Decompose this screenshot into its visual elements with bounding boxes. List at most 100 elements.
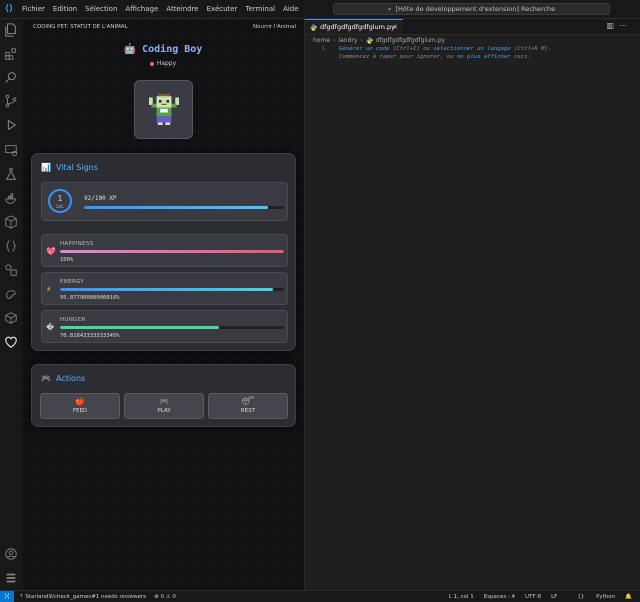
heart-outline-icon[interactable] [4,335,18,349]
chevron-right-icon: › [333,37,336,44]
account-icon[interactable] [4,547,18,561]
status-right: L 1, col 1 Espaces : 4 UTF-8 LF {} Pytho… [439,591,632,602]
pet-mood: Happy [22,60,304,67]
ai-hint-line-1: Générer un code (Ctrl+I) ou sélectionner… [339,46,551,52]
panel-header: CODING PET: STATUT DE L'ANIMAL Nourrir l… [22,19,304,35]
shapes-icon[interactable] [4,263,18,277]
editor-actions: ▥⋯ [606,21,632,30]
feed-button-label: FEED [72,408,88,414]
branch-status[interactable]: ⇡ Starland9/check_games#1 needs reviewer… [19,594,146,600]
split-editor-icon[interactable]: ▥ [606,21,619,30]
command-center-search[interactable]: ⌕ [Hôte de développement d'extension] Re… [333,3,610,15]
menu-atteindre[interactable]: Atteindre [162,5,202,13]
search-icon[interactable] [4,70,18,84]
extensions-blocks-icon[interactable] [4,47,18,61]
generate-code-link[interactable]: Générer un code [339,46,390,52]
editor-tab-bar: dfgdfgdfgdfgdfglum.py ✕ ▥⋯ [305,19,640,35]
braces-icon: {} [577,593,585,600]
menu-affichage[interactable]: Affichage [121,5,162,13]
panel-title: CODING PET: STATUT DE L'ANIMAL [33,24,128,30]
animal-paw-icon[interactable] [4,287,18,301]
run-debug-icon[interactable] [4,118,18,132]
actions-title: Actions [55,374,86,383]
hint-text: (Ctrl+K M). [510,46,552,52]
remote-explorer-icon[interactable] [4,143,18,157]
play-button[interactable]: 🎮 PLAY [124,393,204,419]
menu-edition[interactable]: Edition [49,5,81,13]
docker-whale-icon[interactable] [4,191,18,205]
energy-label: ENERGY [60,279,85,285]
cube-icon[interactable] [4,311,18,325]
status-bar: ⟩⟨ ⇡ Starland9/check_games#1 needs revie… [0,590,640,602]
pull-request-icon: ⇡ [19,593,24,600]
level-number: 1 [57,194,63,203]
xp-bar-fill [84,206,268,209]
language-mode[interactable]: {} Python [567,594,615,600]
command-center-label: [Hôte de développement d'extension] Rech… [395,5,556,13]
source-control-icon[interactable] [4,94,18,108]
breadcrumb-landry[interactable]: landry [338,37,357,44]
encoding[interactable]: UTF-8 [525,594,541,600]
menu-fichier[interactable]: Fichier [18,5,49,13]
rest-button[interactable]: 😴 REST [208,393,288,419]
breadcrumb-file[interactable]: dfgdfgdfgdfgdfglum.py [376,37,445,44]
testing-flask-icon[interactable] [4,167,18,181]
manage-gear-icon[interactable] [4,571,18,585]
happiness-label: HAPPINESS [60,241,94,247]
branch-label: Starland9/check_games#1 needs reviewers [25,593,147,600]
pet-name-title: 🤖 Coding Boy [22,44,304,55]
pixel-pet-sprite [149,93,179,125]
pet-mood-label: Happy [156,60,177,67]
menu-selection[interactable]: Sélection [81,5,121,13]
end-of-line[interactable]: LF [551,594,557,600]
unknown-glyph-icon: � [46,323,55,332]
heart-icon: 💖 [46,247,56,256]
explorer-icon[interactable] [4,23,18,37]
more-actions-icon[interactable]: ⋯ [619,21,632,30]
vital-signs-title: Vital Signs [55,163,98,172]
breadcrumb-home[interactable]: home [313,37,330,44]
pet-avatar[interactable] [134,80,193,139]
tab-dfgdfgdfgdfgdfglum-py[interactable]: dfgdfgdfgdfgdfglum.py ✕ [305,19,403,34]
cursor-position[interactable]: L 1, col 1 [449,594,474,600]
menu-executer[interactable]: Exécuter [203,5,242,13]
activity-bar [0,19,23,590]
energy-stat: ⚡ ENERGY 95.07790000000016% [41,272,288,305]
hunger-bar [60,326,284,329]
tab-label: dfgdfgdfgdfgdfglum.py [320,23,395,31]
breadcrumb: home › landry › dfgdfgdfgdfgdfglum.py [313,37,445,44]
close-icon[interactable]: ✕ [393,23,398,31]
menu-aide[interactable]: Aide [279,5,302,13]
language-label: Python [596,593,616,600]
happiness-bar-fill [60,250,284,253]
ai-hint-line-2: Commencez à taper pour ignorer, ou ne pl… [339,54,531,60]
happiness-stat: 💖 HAPPINESS 100% [41,234,288,267]
rest-button-label: REST [240,408,256,414]
indentation[interactable]: Espaces : 4 [484,594,515,600]
level-xp-panel: 1 LVL 92/100 XP [41,182,288,221]
hunger-value: 70.81843333333345% [60,333,120,339]
dont-show-again-link[interactable]: ne plus afficher [457,54,511,60]
lightning-icon: ⚡ [46,285,52,294]
feed-pet-action[interactable]: Nourrir l'Animal [253,24,296,30]
play-button-label: PLAY [157,408,171,414]
notifications-bell-icon[interactable]: 🔔 [625,594,632,600]
chart-icon: 📊 [41,163,51,172]
hunger-bar-fill [60,326,219,329]
braces-icon[interactable] [4,239,18,253]
remote-indicator-icon[interactable]: ⟩⟨ [0,591,14,602]
hint-text: Commencez à taper pour ignorer, ou [339,54,457,60]
select-language-link[interactable]: sélectionner un langage [433,46,510,52]
package-box-icon[interactable] [4,215,18,229]
problems-status[interactable]: ⊗ 0 ⚠ 0 [154,594,176,600]
hint-text: (Ctrl+I) ou [389,46,434,52]
menu-terminal[interactable]: Terminal [241,5,279,13]
xp-text: 92/100 XP [84,195,117,202]
hunger-stat: � HUNGER 70.81843333333345% [41,310,288,343]
robot-icon: 🤖 [123,44,137,55]
hunger-label: HUNGER [60,317,86,323]
energy-value: 95.07790000000016% [60,295,120,301]
actions-card: 🎮 Actions 🍎 FEED 🎮 PLAY 😴 REST [31,364,296,427]
feed-button[interactable]: 🍎 FEED [40,393,120,419]
editor-area: dfgdfgdfgdfgdfglum.py ✕ ▥⋯ home › landry… [305,19,640,590]
